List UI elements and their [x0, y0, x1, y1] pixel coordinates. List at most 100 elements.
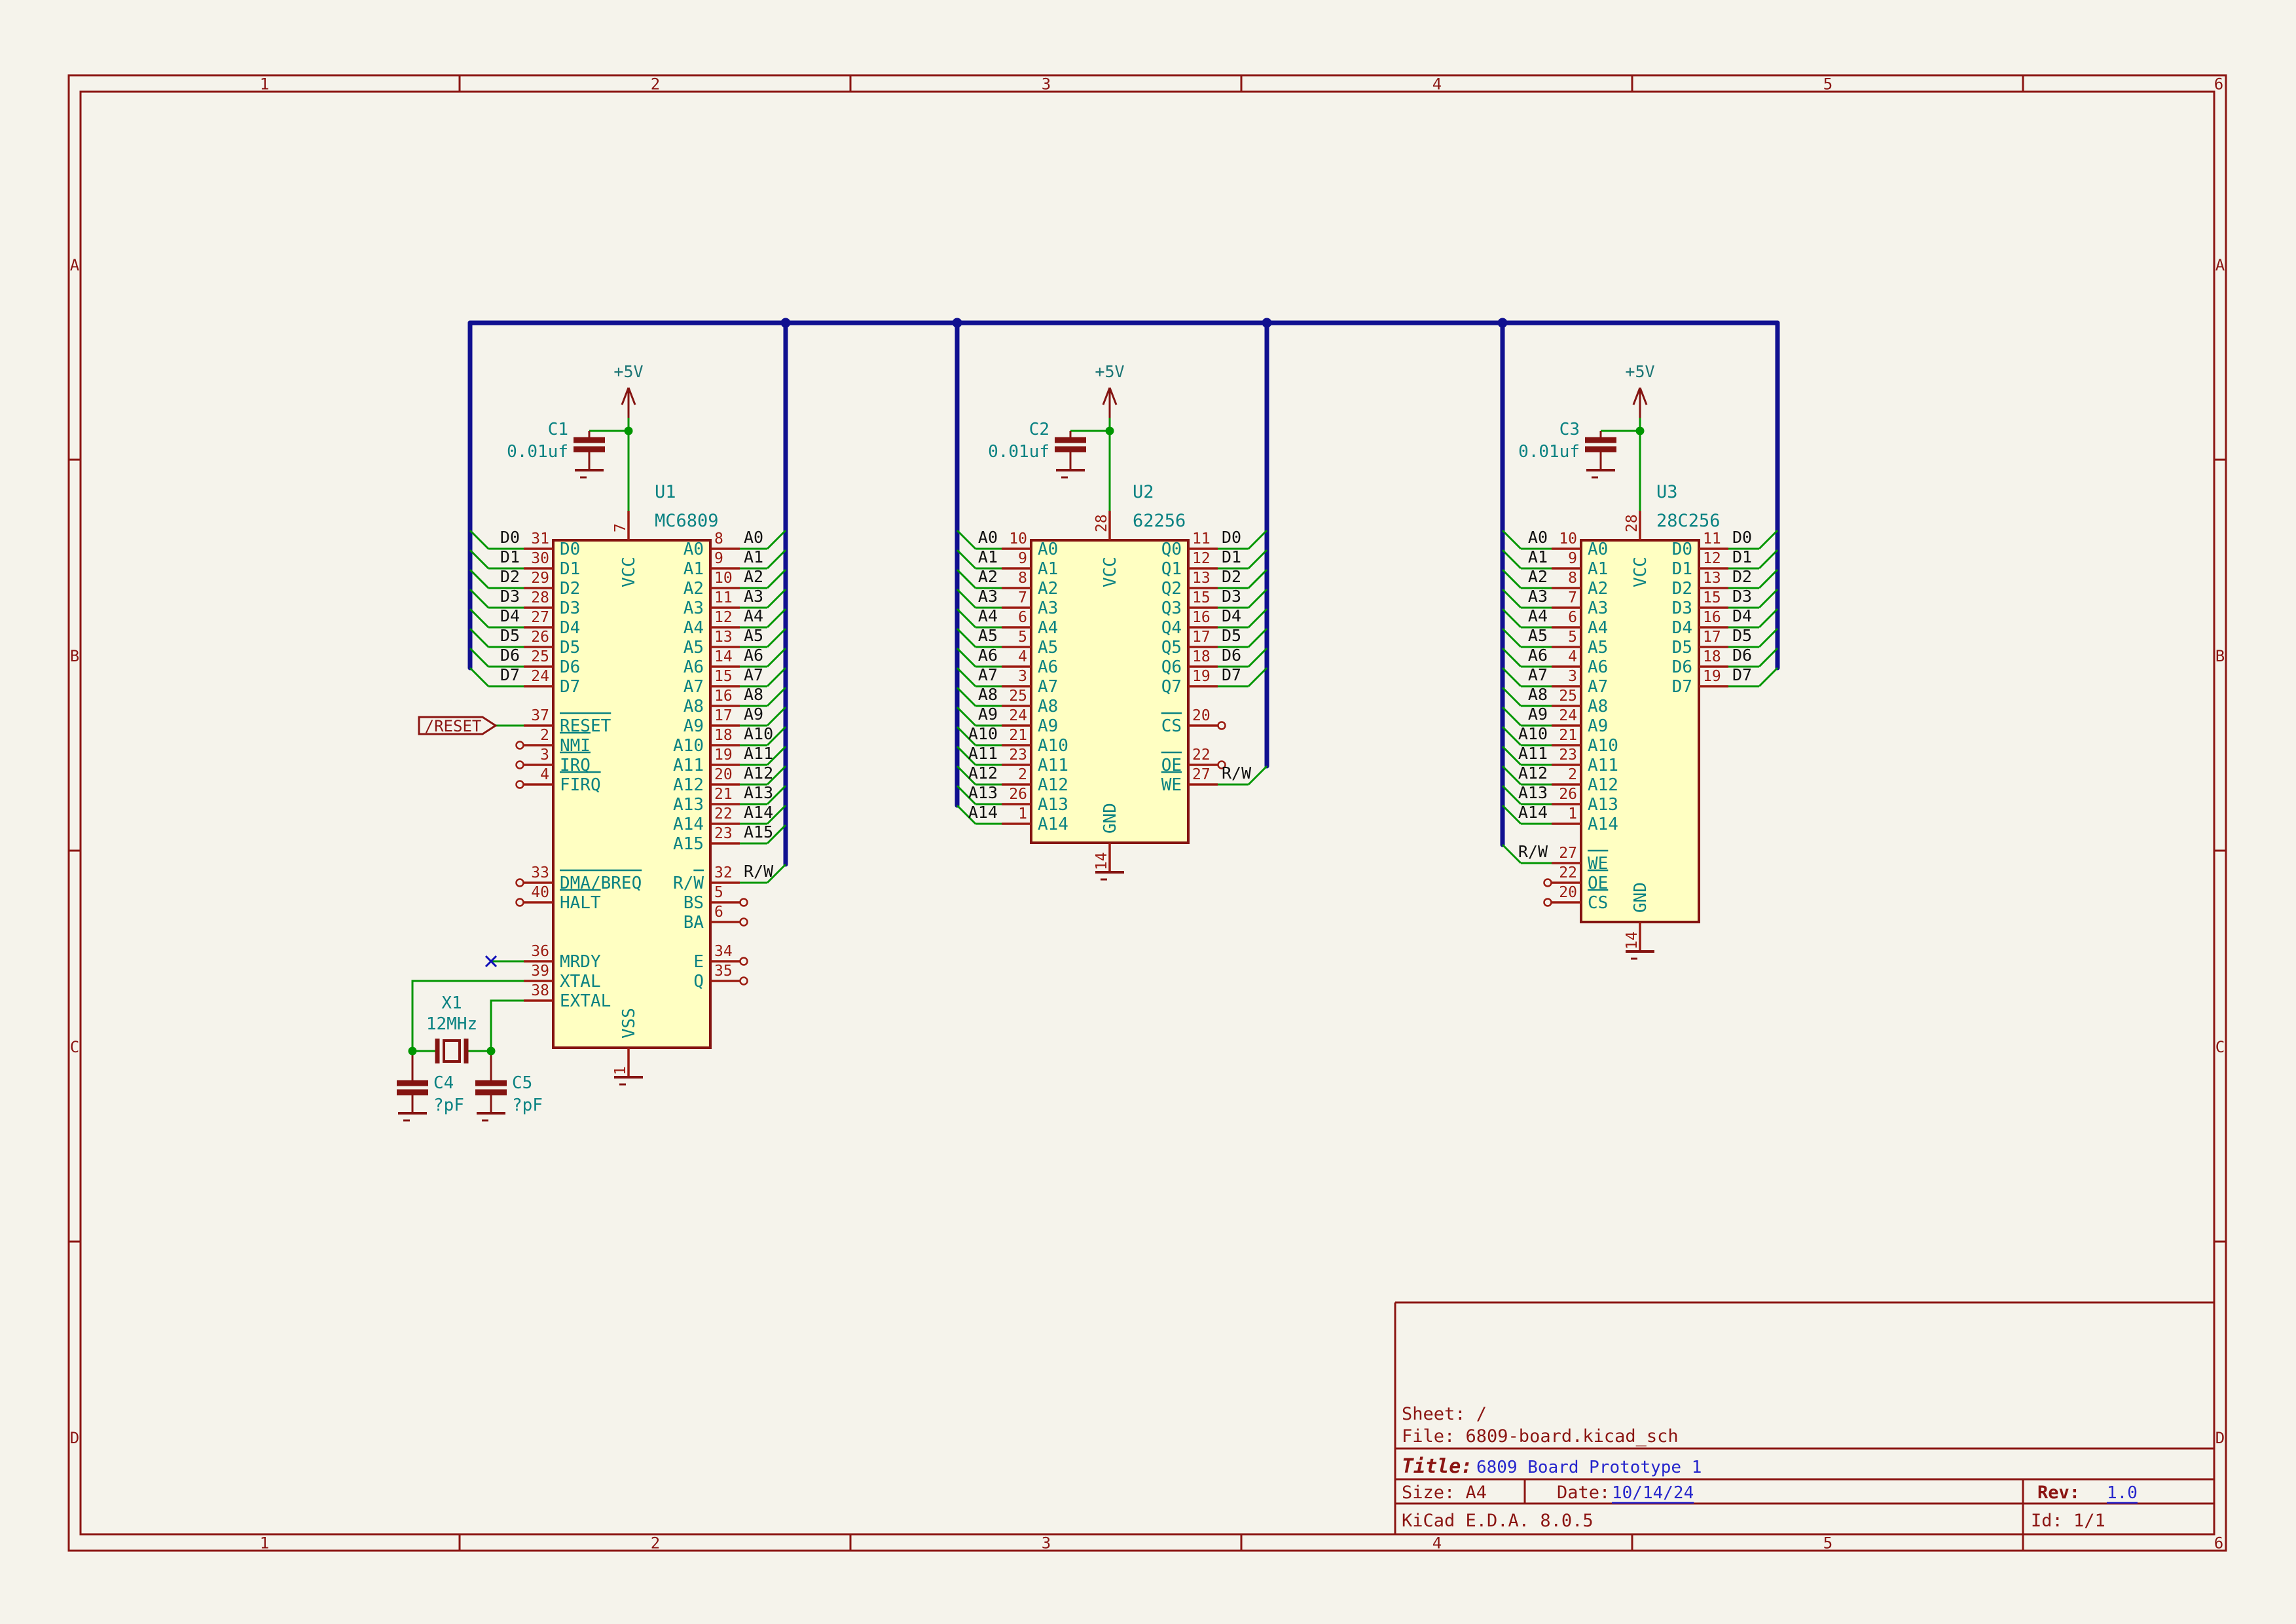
svg-text:36: 36: [531, 943, 549, 960]
svg-text:D5: D5: [500, 626, 520, 645]
svg-text:A0: A0: [978, 528, 998, 547]
svg-text:A8: A8: [744, 685, 763, 704]
svg-text:4: 4: [1432, 75, 1442, 94]
svg-text:A4: A4: [1588, 618, 1608, 638]
svg-text:WE: WE: [1161, 775, 1182, 795]
svg-text:18: 18: [1192, 648, 1211, 665]
ground-symbol: [1056, 470, 1085, 477]
svg-text:A4: A4: [1038, 618, 1058, 638]
svg-text:A14: A14: [968, 803, 998, 822]
svg-text:A3: A3: [744, 587, 763, 606]
svg-text:D4: D4: [1222, 606, 1241, 625]
svg-text:A1: A1: [1528, 547, 1548, 566]
svg-text:X1: X1: [441, 993, 462, 1013]
svg-text:D4: D4: [500, 606, 520, 625]
svg-text:U2: U2: [1133, 482, 1154, 502]
component-x1[interactable]: X112MHz: [426, 993, 477, 1063]
svg-text:Q5: Q5: [1161, 638, 1182, 657]
svg-text:CS: CS: [1588, 893, 1608, 913]
capacitor-c3[interactable]: C30.01uf: [1518, 420, 1640, 470]
svg-text:1: 1: [260, 75, 269, 94]
svg-text:D3: D3: [1672, 599, 1692, 618]
svg-text:A7: A7: [1038, 677, 1058, 697]
svg-text:11: 11: [1703, 530, 1721, 547]
svg-text:0.01uf: 0.01uf: [988, 442, 1049, 462]
svg-text:28C256: 28C256: [1656, 511, 1721, 531]
svg-text:VCC: VCC: [1101, 557, 1120, 587]
capacitor-c2[interactable]: C20.01uf: [988, 420, 1110, 470]
svg-text:34: 34: [714, 943, 733, 960]
svg-text:13: 13: [714, 629, 733, 646]
svg-text:D3: D3: [1222, 587, 1241, 606]
svg-text:19: 19: [714, 747, 733, 764]
svg-text:A2: A2: [1038, 579, 1058, 599]
svg-text:A: A: [70, 256, 80, 274]
svg-text:20: 20: [1559, 884, 1577, 901]
titleblock-sheet: Sheet: /: [1402, 1404, 1487, 1424]
title-block: Sheet: / File: 6809-board.kicad_sch Titl…: [1395, 1302, 2214, 1534]
svg-text:3: 3: [540, 747, 549, 764]
svg-text:A11: A11: [744, 744, 773, 763]
svg-text:A9: A9: [1528, 705, 1548, 724]
svg-text:12: 12: [714, 609, 733, 626]
svg-text:Q0: Q0: [1161, 540, 1182, 559]
svg-text:Q3: Q3: [1161, 599, 1182, 618]
svg-text:8: 8: [1568, 570, 1577, 587]
svg-text:A11: A11: [968, 744, 998, 763]
svg-text:A10: A10: [1518, 724, 1548, 743]
svg-text:XTAL: XTAL: [560, 972, 601, 991]
wires[interactable]: [412, 726, 524, 1051]
svg-text:A4: A4: [1528, 606, 1548, 625]
svg-text:27: 27: [1559, 845, 1577, 862]
power-flag-5v[interactable]: +5V: [1625, 362, 1654, 511]
svg-text:A4: A4: [683, 618, 704, 638]
component-u2[interactable]: U26225628VCC14GND10A0A09A1A18A2A27A3A36A…: [957, 482, 1267, 872]
svg-text:R/W: R/W: [744, 862, 774, 881]
svg-text:A7: A7: [744, 665, 763, 684]
svg-text:37: 37: [531, 707, 549, 724]
svg-text:27: 27: [531, 609, 549, 626]
svg-text:+5V: +5V: [1625, 362, 1654, 381]
global-label-reset[interactable]: /RESET: [419, 717, 496, 735]
svg-text:12: 12: [1192, 550, 1211, 567]
junction-dot: [1106, 427, 1114, 435]
svg-text:35: 35: [714, 963, 733, 980]
svg-text:5: 5: [1823, 1534, 1832, 1553]
svg-text:26: 26: [1009, 786, 1027, 803]
svg-text:A2: A2: [744, 567, 763, 586]
power-flag-5v[interactable]: +5V: [1095, 362, 1124, 511]
svg-text:A15: A15: [673, 834, 704, 854]
svg-text:D: D: [2215, 1429, 2225, 1447]
svg-text:Q2: Q2: [1161, 579, 1182, 599]
svg-text:12: 12: [1703, 550, 1721, 567]
junction-dot: [625, 427, 633, 435]
svg-text:D0: D0: [1732, 528, 1752, 547]
ground-symbol: [398, 1113, 427, 1120]
junction-dot: [1636, 427, 1645, 435]
svg-text:19: 19: [1192, 668, 1211, 685]
capacitor-c5[interactable]: C5?pF: [475, 1051, 543, 1115]
schematic-canvas[interactable]: 112233445566AABBCCDD Sheet: / File: 6809…: [0, 0, 2296, 1624]
svg-text:A10: A10: [1588, 736, 1618, 756]
svg-text:D2: D2: [500, 567, 520, 586]
svg-text:MRDY: MRDY: [560, 952, 601, 972]
svg-text:C3: C3: [1559, 420, 1580, 439]
capacitor-c1[interactable]: C10.01uf: [507, 420, 629, 470]
svg-text:A12: A12: [1038, 775, 1068, 795]
power-flag-5v[interactable]: +5V: [613, 362, 643, 511]
svg-text:23: 23: [1009, 747, 1027, 764]
svg-text:28: 28: [531, 589, 549, 606]
svg-text:U3: U3: [1656, 482, 1678, 502]
svg-text:A11: A11: [1038, 756, 1068, 775]
svg-text:C4: C4: [433, 1073, 454, 1093]
component-u1[interactable]: U1MC68097VCC1VSS31D0D030D1D129D2D228D3D3…: [470, 482, 786, 1077]
svg-text:C: C: [2215, 1038, 2225, 1056]
svg-text:16: 16: [714, 688, 733, 705]
component-u3[interactable]: U328C25628VCC14GND10A0A09A1A18A2A27A3A36…: [1503, 482, 1777, 951]
svg-text:1: 1: [1018, 805, 1027, 822]
titleblock-rev-value: 1.0: [2107, 1483, 2138, 1503]
schematic-content[interactable]: U1MC68097VCC1VSS31D0D030D1D129D2D228D3D3…: [397, 318, 1777, 1121]
svg-text:1: 1: [260, 1534, 269, 1553]
svg-text:CS: CS: [1161, 716, 1182, 736]
svg-text:A1: A1: [683, 559, 704, 579]
